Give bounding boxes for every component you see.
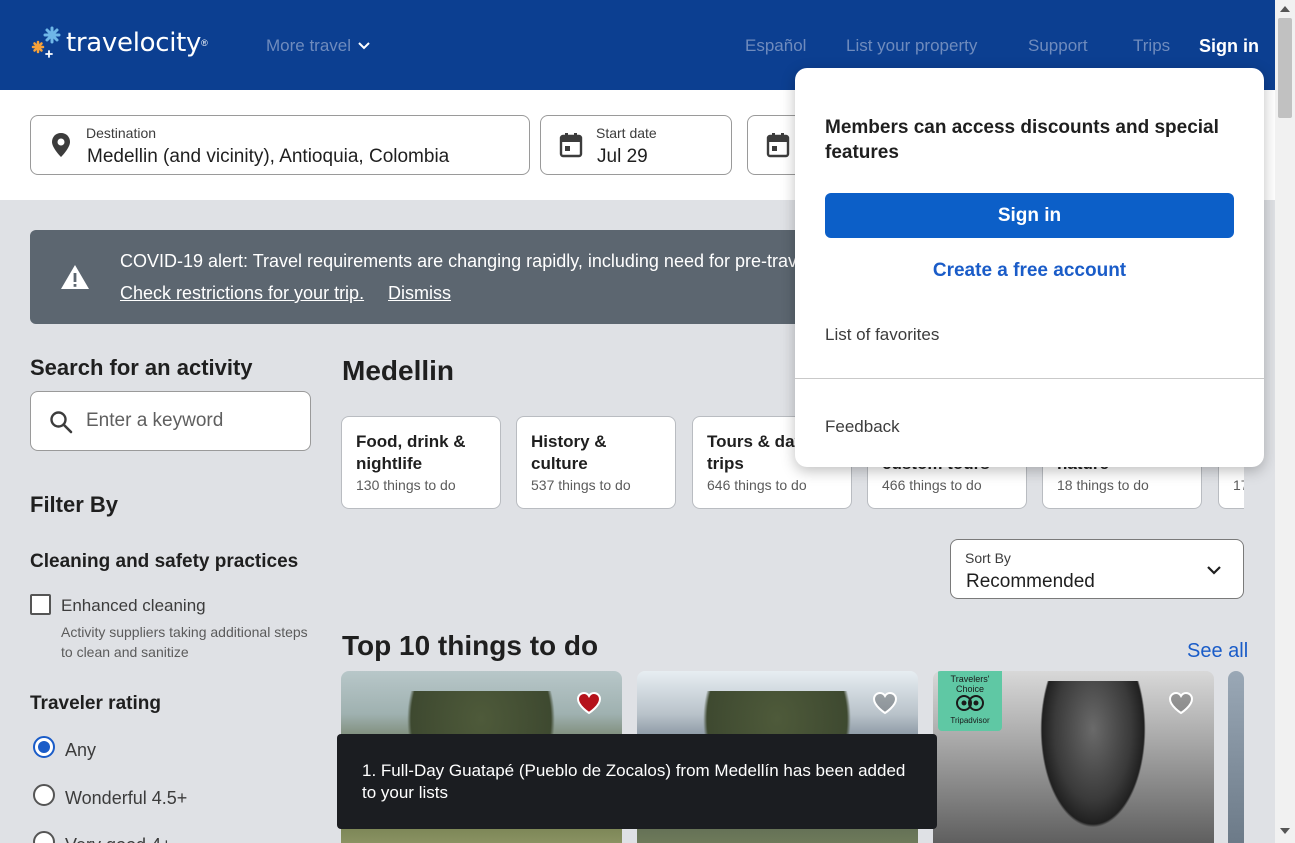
destination-label: Destination [86,125,157,141]
portrait-photo [1033,681,1153,841]
see-all-link[interactable]: See all [1187,640,1248,663]
keyword-search-box[interactable] [30,391,311,451]
travelocity-logo[interactable]: travelocity ® [30,24,208,62]
rating-label-wonderful[interactable]: Wonderful 4.5+ [65,788,187,809]
category-card[interactable]: Food, drink & nightlife 130 things to do [341,416,501,509]
badge-title: Travelers' Choice [950,674,990,694]
category-count: 18 things to do [1057,477,1149,493]
search-activity-heading: Search for an activity [30,355,253,380]
activity-card-image[interactable]: Travelers' Choice Tripadvisor [933,671,1214,843]
category-name: Food, drink & nightlife [356,432,466,473]
calendar-icon [766,133,790,158]
rating-label-any[interactable]: Any [65,740,96,761]
travelers-choice-badge: Travelers' Choice Tripadvisor [938,671,1002,731]
list-of-favorites-link[interactable]: List of favorites [825,325,939,345]
nav-list-your-property[interactable]: List your property [846,36,977,56]
dismiss-alert-link[interactable]: Dismiss [388,283,451,304]
sort-by-label: Sort By [965,550,1011,566]
nav-espanol[interactable]: Español [745,36,806,56]
category-count: 17 [1233,477,1244,493]
traveler-rating-heading: Traveler rating [30,693,161,714]
heart-outline-icon[interactable] [1168,691,1194,715]
keyword-input[interactable] [86,406,296,436]
toast-message: 1. Full-Day Guatapé (Pueblo de Zocalos) … [362,761,906,802]
more-travel-menu[interactable]: More travel [266,36,371,56]
category-count: 646 things to do [707,477,807,493]
enhanced-cleaning-description: Activity suppliers taking additional ste… [61,624,308,660]
logo-star-icon [31,26,61,58]
header-sign-in[interactable]: Sign in [1199,36,1259,57]
destination-field[interactable]: Destination Medellin (and vicinity), Ant… [30,115,530,175]
logo-trademark: ® [201,38,208,48]
create-account-link[interactable]: Create a free account [825,260,1234,282]
rating-radio-very-good[interactable] [33,831,55,843]
scroll-thumb[interactable] [1278,18,1292,118]
category-name: History & culture [531,432,607,473]
more-travel-label: More travel [266,36,352,55]
search-icon [50,411,73,434]
enhanced-cleaning-checkbox[interactable] [30,594,51,615]
dropdown-heading: Members can access discounts and special… [825,117,1219,163]
rating-radio-wonderful[interactable] [33,784,55,806]
added-to-list-toast: 1. Full-Day Guatapé (Pueblo de Zocalos) … [337,734,937,829]
rating-radio-any[interactable] [33,736,55,758]
location-pin-icon [52,133,70,157]
owl-icon [956,695,984,711]
sort-by-select[interactable]: Sort By Recommended [950,539,1244,599]
heart-outline-icon[interactable] [872,691,898,715]
nav-support[interactable]: Support [1028,36,1088,56]
check-restrictions-link[interactable]: Check restrictions for your trip. [120,283,364,304]
badge-brand: Tripadvisor [950,716,990,725]
logo-text: travelocity [66,28,202,58]
warning-icon [61,265,89,289]
category-count: 130 things to do [356,477,456,493]
destination-value: Medellin (and vicinity), Antioquia, Colo… [87,146,450,167]
page-title: Medellin [342,355,455,386]
scroll-down-arrow-icon[interactable] [1280,828,1290,834]
sort-by-value: Recommended [966,571,1095,592]
covid-alert-text: COVID-19 alert: Travel requirements are … [120,251,830,271]
heart-filled-icon[interactable] [576,691,602,715]
chevron-down-icon [358,42,370,50]
filter-by-heading: Filter By [30,492,119,517]
divider [795,378,1264,379]
top-things-heading: Top 10 things to do [342,630,599,661]
start-date-label: Start date [596,125,657,141]
calendar-icon [559,133,583,158]
enhanced-cleaning-label[interactable]: Enhanced cleaning [61,596,206,616]
category-card[interactable]: History & culture 537 things to do [516,416,676,509]
cleaning-heading: Cleaning and safety practices [30,551,299,572]
start-date-value: Jul 29 [597,146,648,167]
account-dropdown: Members can access discounts and special… [795,68,1264,467]
rating-label-very-good[interactable]: Very good 4+ [65,835,172,843]
sign-in-button[interactable]: Sign in [825,193,1234,238]
category-count: 537 things to do [531,477,631,493]
chevron-down-icon [1207,566,1221,575]
category-count: 466 things to do [882,477,982,493]
nav-trips[interactable]: Trips [1133,36,1170,56]
feedback-link[interactable]: Feedback [825,417,900,437]
scroll-up-arrow-icon[interactable] [1280,6,1290,12]
activity-card-image[interactable] [1228,671,1244,843]
start-date-field[interactable]: Start date Jul 29 [540,115,732,175]
page-scrollbar[interactable] [1275,0,1295,843]
